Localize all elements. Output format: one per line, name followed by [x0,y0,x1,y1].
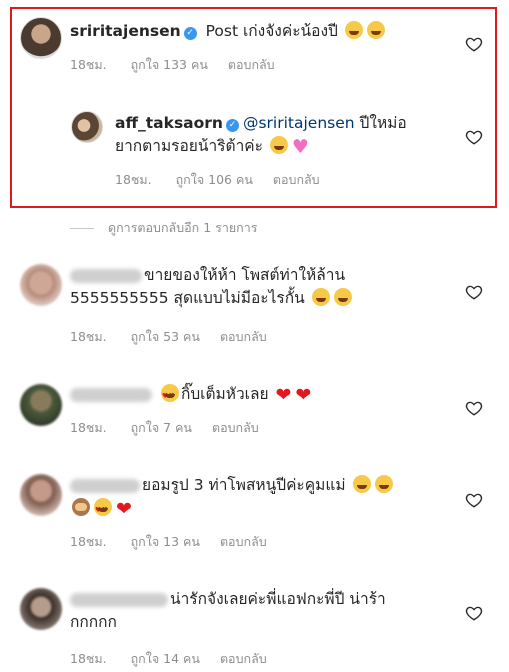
comment-meta: 18ชม. ถูกใจ 14 คน ตอบกลับ [70,649,291,669]
comment-likes[interactable]: ถูกใจ 13 คน [131,534,200,549]
heart-outline-icon[interactable] [465,283,483,301]
reply-button[interactable]: ตอบกลับ [212,420,259,435]
avatar[interactable] [71,111,103,143]
comment-meta: 18ชม. ถูกใจ 7 คน ตอบกลับ [70,418,283,438]
heart-outline-icon[interactable] [465,491,483,509]
heart-eyes-emoji [94,498,112,522]
hugging-face-emoji [344,21,363,39]
comment-likes[interactable]: ถูกใจ 53 คน [131,329,200,344]
heart-outline-icon[interactable] [465,128,483,146]
hugging-face-emoji [366,21,385,39]
see-no-evil-monkey-emoji [72,498,90,516]
red-heart-emoji: ❤ [116,498,132,520]
comment-time: 18ชม. [70,420,107,435]
grinning-face-emoji [269,136,288,154]
comment-time: 18ชม. [70,57,107,72]
blurred-username[interactable] [70,387,152,402]
comment-text: กิ๊บเต็มหัวเลย ❤❤ [70,383,313,408]
avatar[interactable] [20,474,62,516]
comment-username[interactable]: sriritajensen [70,22,181,40]
reply-button[interactable]: ตอบกลับ [220,534,267,549]
reply-text: aff_taksaorn ✓ @sriritajensen ปีใหม่อ ยากต… [115,112,407,159]
comment-text: sriritajensen ✓ Post เก่งจังค่ะน้องปี [70,20,387,43]
comment-likes[interactable]: ถูกใจ 7 คน [131,420,192,435]
comment-body: น่ารักจังเลยค่ะพี่แอฟกะพี่ปี น่าร้า [170,590,386,608]
blurred-username[interactable] [70,478,140,493]
comment-time: 18ชม. [115,172,152,187]
comment-body: กิ๊บเต็มหัวเลย [180,385,269,403]
comment-text: ยอมรูป 3 ท่าโพสหนูปีค่ะคูมแม่ ❤ [70,474,395,522]
divider-line [70,227,94,229]
comment-text: น่ารักจังเลยค่ะพี่แอฟกะพี่ปี น่าร้า กกกก… [70,588,386,634]
red-heart-emoji: ❤ [295,384,312,406]
view-replies-button[interactable]: ดูการตอบกลับอีก 1 รายการ [70,218,257,238]
comment-meta: 18ชม. ถูกใจ 53 คน ตอบกลับ [70,327,291,347]
comment-body: 5555555555 สุดแบบไม่มีอะไรกั้น [70,289,305,307]
verified-badge-icon: ✓ [225,119,239,132]
reply-button[interactable]: ตอบกลับ [273,172,320,187]
heart-outline-icon[interactable] [465,35,483,53]
comment-body: ขายของให้ห้า โพสต์ท่าให้ล้าน [144,266,346,284]
comment-likes[interactable]: ถูกใจ 106 คน [176,172,253,187]
tears-of-joy-emoji [333,288,352,306]
heart-eyes-emoji [160,384,179,408]
avatar[interactable] [20,17,62,59]
avatar[interactable] [20,264,62,306]
pink-heart-emoji: ♥ [291,136,309,158]
comment-body: ปีใหม่อ [359,114,407,132]
comment-username[interactable]: aff_taksaorn [115,114,223,132]
comment-text: ขายของให้ห้า โพสต์ท่าให้ล้าน 5555555555 … [70,264,354,310]
comment-time: 18ชม. [70,534,107,549]
comment-time: 18ชม. [70,329,107,344]
comment-meta: 18ชม. ถูกใจ 133 คน ตอบกลับ [70,55,299,75]
laughing-face-emoji [352,475,371,493]
heart-outline-icon[interactable] [465,399,483,417]
blurred-username[interactable] [70,268,142,283]
comment-body: กกกกก [70,613,117,631]
heart-outline-icon[interactable] [465,604,483,622]
avatar[interactable] [20,384,62,426]
reply-button[interactable]: ตอบกลับ [220,651,267,666]
verified-badge-icon: ✓ [183,27,197,40]
red-heart-emoji: ❤ [275,384,292,406]
blurred-username[interactable] [70,592,168,607]
comment-body: ยากตามรอยน้าริต้าค่ะ [115,137,263,155]
comment-body: ยอมรูป 3 ท่าโพสหนูปีค่ะคูมแม่ [142,476,346,494]
comment-likes[interactable]: ถูกใจ 133 คน [131,57,208,72]
comment-body: Post เก่งจังค่ะน้องปี [205,22,338,40]
view-replies-label: ดูการตอบกลับอีก 1 รายการ [108,220,258,235]
comment-meta: 18ชม. ถูกใจ 106 คน ตอบกลับ [115,170,344,190]
tears-of-joy-emoji [311,288,330,306]
avatar[interactable] [20,588,62,630]
comment-likes[interactable]: ถูกใจ 14 คน [131,651,200,666]
tears-of-joy-emoji [374,475,393,493]
mention-link[interactable]: @sriritajensen [243,114,355,132]
comment-meta: 18ชม. ถูกใจ 13 คน ตอบกลับ [70,532,291,552]
reply-button[interactable]: ตอบกลับ [220,329,267,344]
comment-time: 18ชม. [70,651,107,666]
reply-button[interactable]: ตอบกลับ [228,57,275,72]
